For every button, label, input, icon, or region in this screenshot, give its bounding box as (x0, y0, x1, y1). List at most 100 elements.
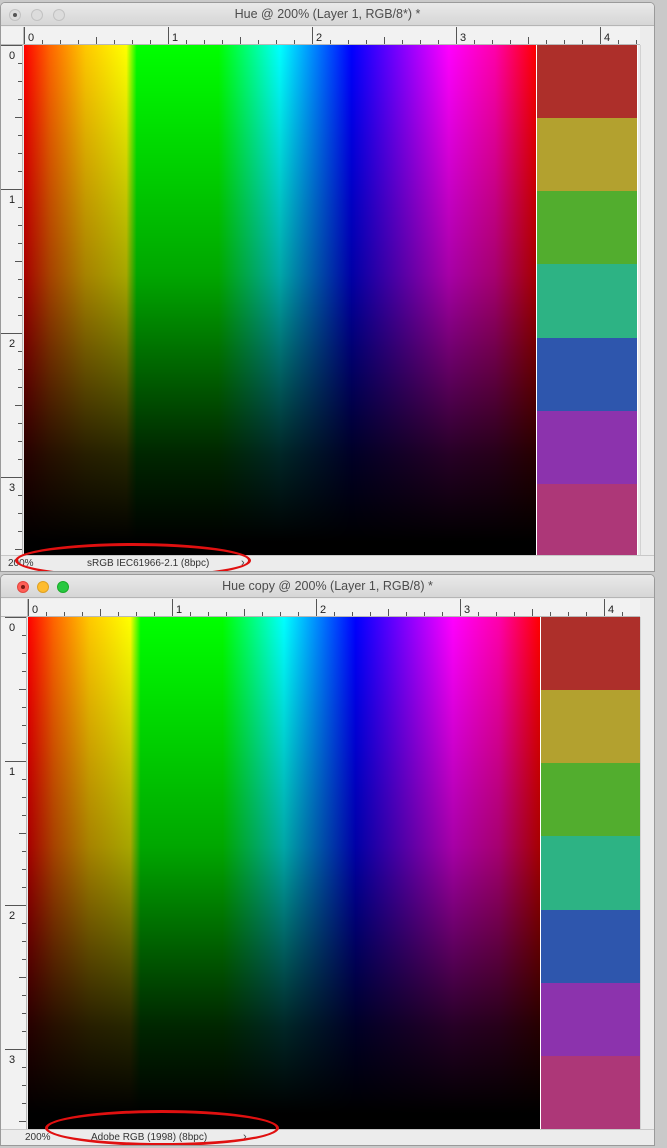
ruler-tick (132, 40, 133, 44)
swatch-red (537, 45, 637, 119)
ruler-tick (492, 40, 493, 44)
ruler-tick (18, 387, 22, 388)
ruler-corner[interactable] (1, 599, 28, 617)
ruler-tick (366, 40, 367, 44)
ruler-tick (582, 40, 583, 44)
ruler-tick (100, 609, 101, 616)
ruler-tick (114, 40, 115, 44)
ruler-v-label: 1 (9, 766, 16, 778)
ruler-tick (18, 369, 22, 370)
horizontal-ruler[interactable]: 0 1 2 3 4 (28, 599, 640, 617)
ruler-h-label: 4 (604, 32, 611, 44)
ruler-tick (496, 612, 497, 616)
title-bar[interactable]: Hue @ 200% (Layer 1, RGB/8*) * (1, 3, 654, 26)
ruler-tick (22, 851, 26, 852)
swatch-column (537, 45, 637, 557)
swatch-blue (541, 909, 641, 983)
ruler-tick (22, 707, 26, 708)
ruler-tick (22, 887, 26, 888)
ruler-tick (46, 612, 47, 616)
ruler-tick (96, 37, 97, 44)
ruler-tick (18, 297, 22, 298)
horizontal-ruler[interactable]: 0 1 2 3 4 (24, 27, 640, 45)
ruler-tick (258, 40, 259, 44)
ruler-tick (262, 612, 263, 616)
document-window-hue-copy[interactable]: Hue copy @ 200% (Layer 1, RGB/8) * 0 1 2… (0, 574, 655, 1146)
ruler-tick (388, 609, 389, 616)
ruler-tick (22, 1013, 26, 1014)
highlight-oval (15, 543, 251, 571)
ruler-tick (636, 40, 637, 44)
ruler-tick (600, 27, 601, 44)
ruler-v-label: 3 (9, 1054, 16, 1066)
ruler-tick (22, 743, 26, 744)
ruler-tick (22, 995, 26, 996)
ruler-tick (298, 612, 299, 616)
ruler-tick (406, 612, 407, 616)
ruler-tick (42, 40, 43, 44)
ruler-tick (18, 207, 22, 208)
ruler-tick (18, 315, 22, 316)
ruler-tick (514, 612, 515, 616)
ruler-h-label: 2 (316, 32, 323, 44)
ruler-tick (22, 653, 26, 654)
ruler-tick (18, 441, 22, 442)
swatch-column (541, 617, 641, 1129)
ruler-tick (22, 869, 26, 870)
ruler-tick (22, 1103, 26, 1104)
swatch-magenta (537, 483, 637, 557)
swatch-yellow (537, 118, 637, 192)
ruler-tick (22, 797, 26, 798)
ruler-tick (316, 599, 317, 616)
ruler-tick (18, 495, 22, 496)
ruler-tick (622, 612, 623, 616)
ruler-tick (546, 40, 547, 44)
vertical-scrollbar[interactable] (640, 617, 654, 1129)
document-canvas[interactable] (24, 45, 638, 557)
ruler-tick (618, 40, 619, 44)
ruler-tick (18, 279, 22, 280)
ruler-tick (22, 959, 26, 960)
ruler-tick (154, 612, 155, 616)
ruler-tick (604, 599, 605, 616)
window-title: Hue @ 200% (Layer 1, RGB/8*) * (234, 7, 421, 21)
ruler-tick (15, 261, 22, 262)
ruler-tick (280, 612, 281, 616)
ruler-tick (1, 477, 22, 478)
ruler-tick (18, 459, 22, 460)
vertical-ruler[interactable]: 0 1 2 3 (1, 617, 27, 1129)
ruler-v-label: 0 (9, 622, 16, 634)
ruler-v-label: 0 (9, 50, 16, 62)
ruler-h-label: 1 (172, 32, 179, 44)
ruler-tick (240, 37, 241, 44)
document-canvas[interactable] (28, 617, 642, 1129)
ruler-tick (60, 40, 61, 44)
ruler-tick (22, 1085, 26, 1086)
document-window-hue[interactable]: Hue @ 200% (Layer 1, RGB/8*) * 0 1 2 3 4… (0, 2, 655, 572)
ruler-h-label: 0 (28, 32, 35, 44)
vertical-ruler[interactable]: 0 1 2 3 (1, 45, 23, 557)
zoom-level[interactable]: 200% (25, 1132, 51, 1143)
vertical-scrollbar[interactable] (640, 45, 654, 557)
ruler-corner[interactable] (1, 27, 24, 45)
ruler-tick (136, 612, 137, 616)
ruler-tick (528, 37, 529, 44)
ruler-tick (352, 612, 353, 616)
ruler-tick (24, 27, 25, 44)
swatch-blue (537, 337, 637, 411)
ruler-tick (18, 63, 22, 64)
ruler-tick (478, 612, 479, 616)
ruler-tick (19, 833, 26, 834)
ruler-tick (19, 1121, 26, 1122)
ruler-tick (22, 671, 26, 672)
ruler-v-label: 2 (9, 910, 16, 922)
ruler-tick (186, 40, 187, 44)
title-bar[interactable]: Hue copy @ 200% (Layer 1, RGB/8) * (1, 575, 654, 598)
ruler-tick (150, 40, 151, 44)
ruler-tick (28, 599, 29, 616)
ruler-tick (190, 612, 191, 616)
ruler-tick (18, 423, 22, 424)
ruler-tick (420, 40, 421, 44)
swatch-magenta (541, 1055, 641, 1129)
ruler-tick (1, 189, 22, 190)
